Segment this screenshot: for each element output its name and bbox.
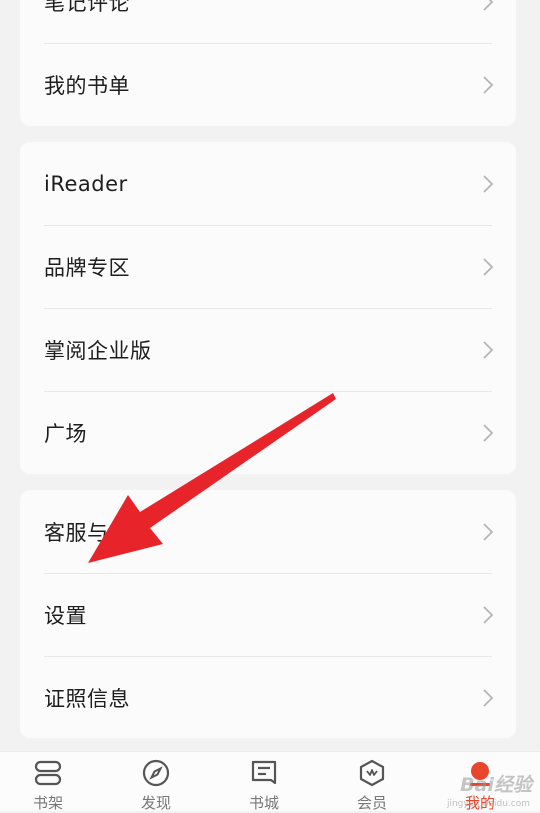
bookshelf-icon	[34, 760, 62, 786]
vip-icon	[359, 759, 385, 787]
watermark: Bai经验	[460, 774, 532, 796]
tab-bookstore[interactable]: 书城	[210, 752, 318, 812]
tab-discover[interactable]: 发现	[102, 752, 210, 812]
tab-label: 书城	[248, 794, 279, 812]
annotation-arrow-icon	[88, 393, 336, 563]
tab-vip[interactable]: 会员	[318, 752, 426, 812]
tab-label: 发现	[140, 794, 171, 812]
compass-icon	[142, 759, 170, 787]
tab-bookshelf[interactable]: 书架	[0, 752, 102, 812]
tab-label: 会员	[356, 794, 387, 812]
tab-label: 书架	[32, 794, 63, 812]
watermark-url: jingyan.baidu.com	[446, 799, 530, 809]
bookstore-icon	[251, 760, 277, 785]
